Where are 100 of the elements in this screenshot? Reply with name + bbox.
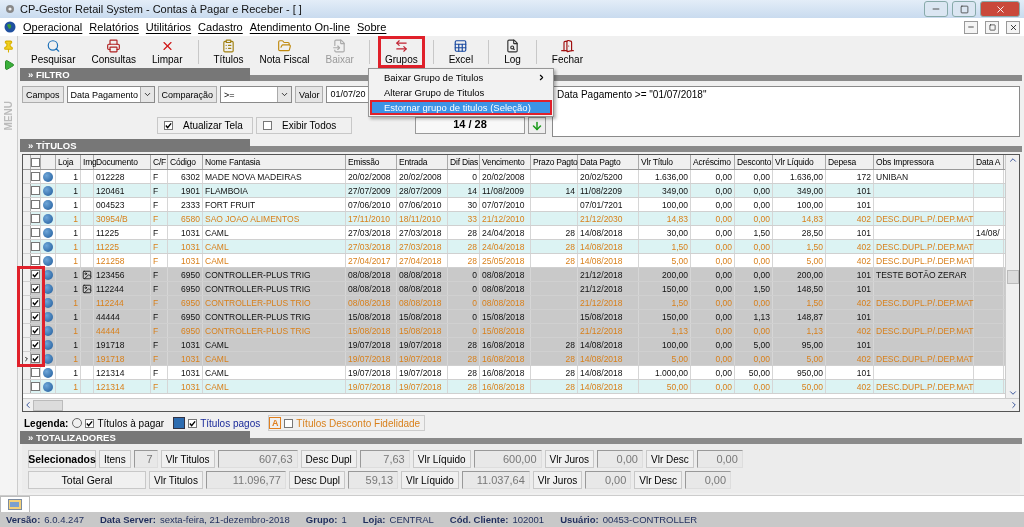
toolbar-button[interactable]: Pesquisar — [24, 36, 83, 68]
toolbar-button[interactable]: Fechar — [544, 36, 590, 68]
window-tab[interactable] — [0, 496, 30, 512]
row-header[interactable] — [23, 254, 31, 267]
comparison-select[interactable]: >= — [220, 86, 293, 103]
column-header[interactable]: Dif Dias — [448, 155, 480, 169]
table-row[interactable]: 1 44444 F 6950 CONTROLLER-PLUS TRIG 15/08/2018 15/08/2018 0 15/08/2018 15/08/2018 150,00 0,00 1,13 148,87 101 — [23, 310, 1005, 324]
printer-icon — [106, 39, 122, 53]
table-row[interactable]: 1 11225 F 1031 CAML 27/03/2018 27/03/2018 28 24/04/2018 28 14/08/2018 30,00 0,00 1,50 28,50 101 14/08/ — [23, 226, 1005, 240]
comparison-button[interactable]: Comparação — [157, 86, 218, 103]
column-header[interactable]: Acréscimo — [691, 155, 735, 169]
maximize-button[interactable] — [952, 1, 976, 17]
checkbox[interactable] — [31, 340, 40, 349]
menu-item[interactable]: Relatórios — [89, 21, 139, 33]
totals-value: 0,00 — [696, 450, 743, 468]
scrollbar-thumb[interactable] — [33, 399, 63, 411]
checkbox[interactable] — [31, 200, 40, 209]
checkbox[interactable] — [31, 172, 40, 181]
value-button[interactable]: Valor — [295, 86, 324, 103]
checkbox[interactable] — [263, 121, 272, 130]
checkbox[interactable] — [188, 418, 198, 428]
checkbox[interactable] — [164, 121, 173, 130]
table-cell: F — [151, 366, 168, 379]
column-header[interactable]: Entrada — [397, 155, 448, 169]
checkbox[interactable] — [31, 354, 40, 363]
fields-button[interactable]: Campos — [22, 86, 64, 103]
restore-button[interactable] — [985, 20, 999, 34]
checkbox[interactable] — [31, 186, 40, 195]
checkbox[interactable] — [31, 270, 40, 279]
column-header[interactable]: Depesa — [826, 155, 874, 169]
checkbox[interactable] — [284, 418, 294, 428]
toolbar-button[interactable]: Títulos — [206, 36, 251, 68]
menu-item[interactable]: Utilitários — [145, 21, 192, 33]
table-row[interactable]: 1 112244 F 6950 CONTROLLER-PLUS TRIG 08/08/2018 08/08/2018 0 08/08/2018 21/12/2018 150,00 0,00 1,50 148,50 101 — [23, 282, 1005, 296]
scrollbar-thumb[interactable] — [1006, 269, 1019, 284]
checkbox[interactable] — [31, 256, 40, 265]
checkbox[interactable] — [31, 326, 40, 335]
column-header[interactable]: C/F — [151, 155, 168, 169]
menu-item[interactable]: Sobre — [357, 21, 387, 33]
table-cell: 30 — [448, 198, 480, 211]
column-header[interactable]: Obs Impressora — [874, 155, 974, 169]
row-header[interactable] — [23, 366, 31, 379]
column-header[interactable]: Prazo Pagto — [531, 155, 578, 169]
column-header[interactable]: Vencimento — [480, 155, 531, 169]
scroll-up-icon[interactable] — [1007, 155, 1018, 165]
checkbox[interactable] — [31, 298, 40, 307]
column-header[interactable]: Vlr Líquido — [773, 155, 826, 169]
checkbox[interactable] — [31, 312, 40, 321]
minimize-button[interactable] — [964, 20, 978, 34]
menu-item[interactable]: Baixar Grupo de Titulos — [370, 70, 552, 85]
toolbar-button[interactable]: Excel — [441, 36, 481, 68]
toolbar-button[interactable]: Consultas — [84, 36, 143, 68]
value-field[interactable]: 01/07/20 — [326, 86, 371, 103]
scroll-right-icon[interactable] — [1009, 400, 1019, 410]
table-cell: 191718 — [94, 352, 151, 365]
table-cell: 402 — [826, 296, 874, 309]
table-row[interactable]: 1 121314 F 1031 CAML 19/07/2018 19/07/2018 28 16/08/2018 28 14/08/2018 1.000,00 0,00 50,00 950,00 101 — [23, 366, 1005, 380]
column-header[interactable]: Data Pagto — [578, 155, 639, 169]
column-header[interactable]: Nome Fantasia — [203, 155, 346, 169]
column-header[interactable]: Vlr Título — [639, 155, 691, 169]
menu-item[interactable]: Cadastro — [198, 21, 243, 33]
table-cell: F — [151, 226, 168, 239]
menu-item[interactable]: Alterar Grupo de Titulos — [370, 85, 552, 100]
column-header[interactable]: Desconto — [735, 155, 773, 169]
table-row[interactable]: 1 120461 F 1901 FLAMBOIA 27/07/2009 28/07/2009 14 11/08/2009 14 11/08/2209 349,00 0,00 0,00 349,00 101 — [23, 184, 1005, 198]
table-cell: 28 — [531, 352, 578, 365]
toolbar-button[interactable]: Limpar — [144, 36, 190, 68]
checkbox[interactable] — [31, 214, 40, 223]
table-cell: 0 — [448, 310, 480, 323]
toolbar-button[interactable]: Nota Fiscal — [252, 36, 317, 68]
column-header[interactable]: Loja — [56, 155, 81, 169]
play-icon[interactable] — [2, 59, 15, 71]
row-header[interactable] — [23, 268, 31, 281]
table-row[interactable]: 1 004523 F 2333 FORT FRUIT 07/06/2010 07/06/2010 30 07/07/2010 07/01/7201 100,00 0,00 0,00 100,00 101 — [23, 198, 1005, 212]
checkbox[interactable] — [85, 418, 95, 428]
scroll-left-icon[interactable] — [23, 400, 33, 410]
table-row[interactable]: 1 191718 F 1031 CAML 19/07/2018 19/07/2018 28 16/08/2018 28 14/08/2018 100,00 0,00 5,00 95,00 101 — [23, 338, 1005, 352]
close-button[interactable] — [1006, 20, 1020, 34]
checkbox[interactable] — [31, 242, 40, 251]
table-row[interactable]: 1 123456 F 6950 CONTROLLER-PLUS TRIG 08/08/2018 08/08/2018 0 08/08/2018 21/12/2018 200,00 0,00 0,00 200,00 101 TESTE BOTÃO ZERAR — [23, 268, 1005, 282]
toolbar-button[interactable]: Log — [497, 36, 528, 68]
scroll-down-icon[interactable] — [1007, 388, 1018, 398]
field-select[interactable]: Data Pagamento — [66, 86, 155, 103]
table-row[interactable]: 1 012228 F 6302 MADE NOVA MADEIRAS 20/02/2008 20/02/2008 0 20/02/2008 20/02/5200 1.636,00 0,00 0,00 1.636,00 172 UNIBAN — [23, 170, 1005, 184]
checkbox[interactable] — [31, 382, 40, 391]
table-cell: 1 — [56, 324, 81, 337]
minimize-button[interactable] — [924, 1, 948, 17]
menu-item[interactable]: Operacional — [23, 21, 83, 33]
menu-item[interactable]: Atendimento On-line — [249, 21, 350, 33]
checkbox[interactable] — [31, 228, 40, 237]
toolbar-button[interactable]: Grupos — [377, 36, 425, 68]
column-header[interactable]: Emissão — [346, 155, 397, 169]
table-cell: 44444 — [94, 324, 151, 337]
checkbox[interactable] — [31, 284, 40, 293]
column-header[interactable]: Código — [168, 155, 203, 169]
column-header[interactable]: Data A — [974, 155, 1004, 169]
select-all-checkbox[interactable] — [31, 157, 40, 167]
apply-button[interactable] — [528, 117, 546, 134]
checkbox[interactable] — [31, 368, 40, 377]
status-value: 1 — [341, 514, 347, 525]
